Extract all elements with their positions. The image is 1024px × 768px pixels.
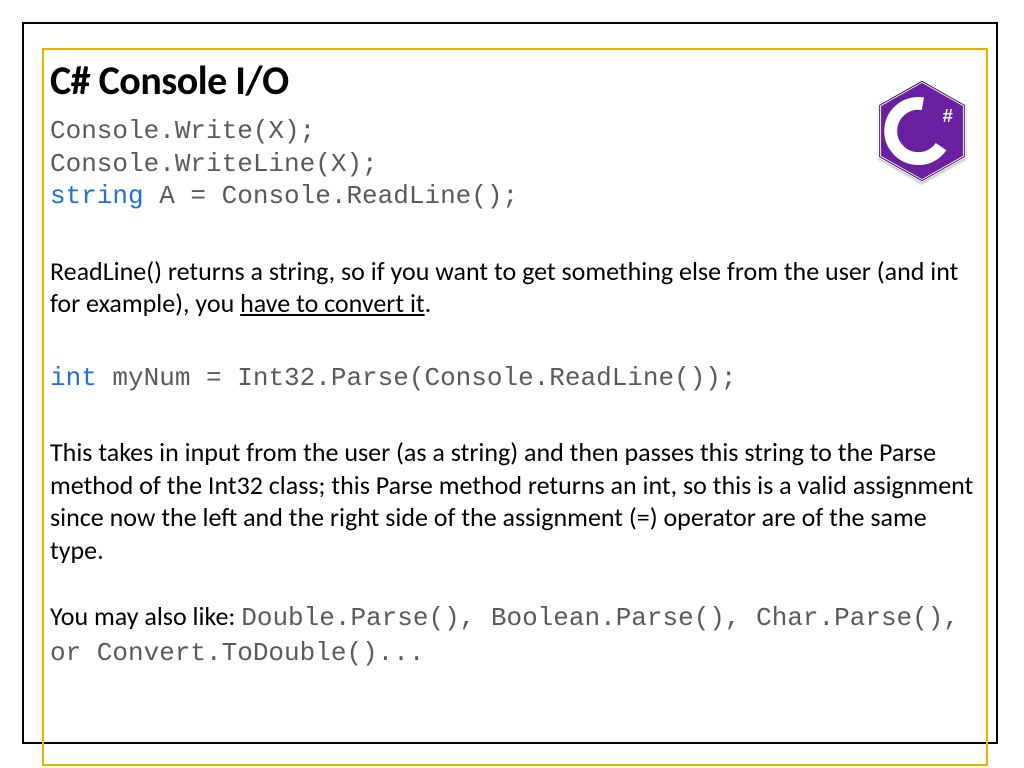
keyword-int: int: [50, 363, 97, 393]
paragraph-1: ReadLine() returns a string, so if you w…: [50, 255, 980, 320]
page-title: C# Console I/O: [50, 56, 980, 105]
code-line: Console.WriteLine(X);: [50, 148, 980, 181]
text: ReadLine() returns a string, so if you w…: [50, 255, 958, 320]
keyword-string: string: [50, 181, 144, 211]
code-text: myNum = Int32.Parse(Console.ReadLine());: [97, 363, 737, 393]
code-line: string A = Console.ReadLine();: [50, 180, 980, 213]
underlined-text: have to convert it: [240, 287, 425, 319]
text: You may also like:: [50, 600, 241, 632]
text: .: [425, 287, 432, 319]
paragraph-3: You may also like: Double.Parse(), Boole…: [50, 600, 980, 669]
slide-content: C# Console I/O Console.Write(X); Console…: [50, 56, 980, 669]
code-line: Console.Write(X);: [50, 115, 980, 148]
code-block-1: Console.Write(X); Console.WriteLine(X); …: [50, 115, 980, 213]
paragraph-2: This takes in input from the user (as a …: [50, 436, 980, 566]
code-text: A = Console.ReadLine();: [144, 181, 518, 211]
code-block-2: int myNum = Int32.Parse(Console.ReadLine…: [50, 362, 980, 395]
